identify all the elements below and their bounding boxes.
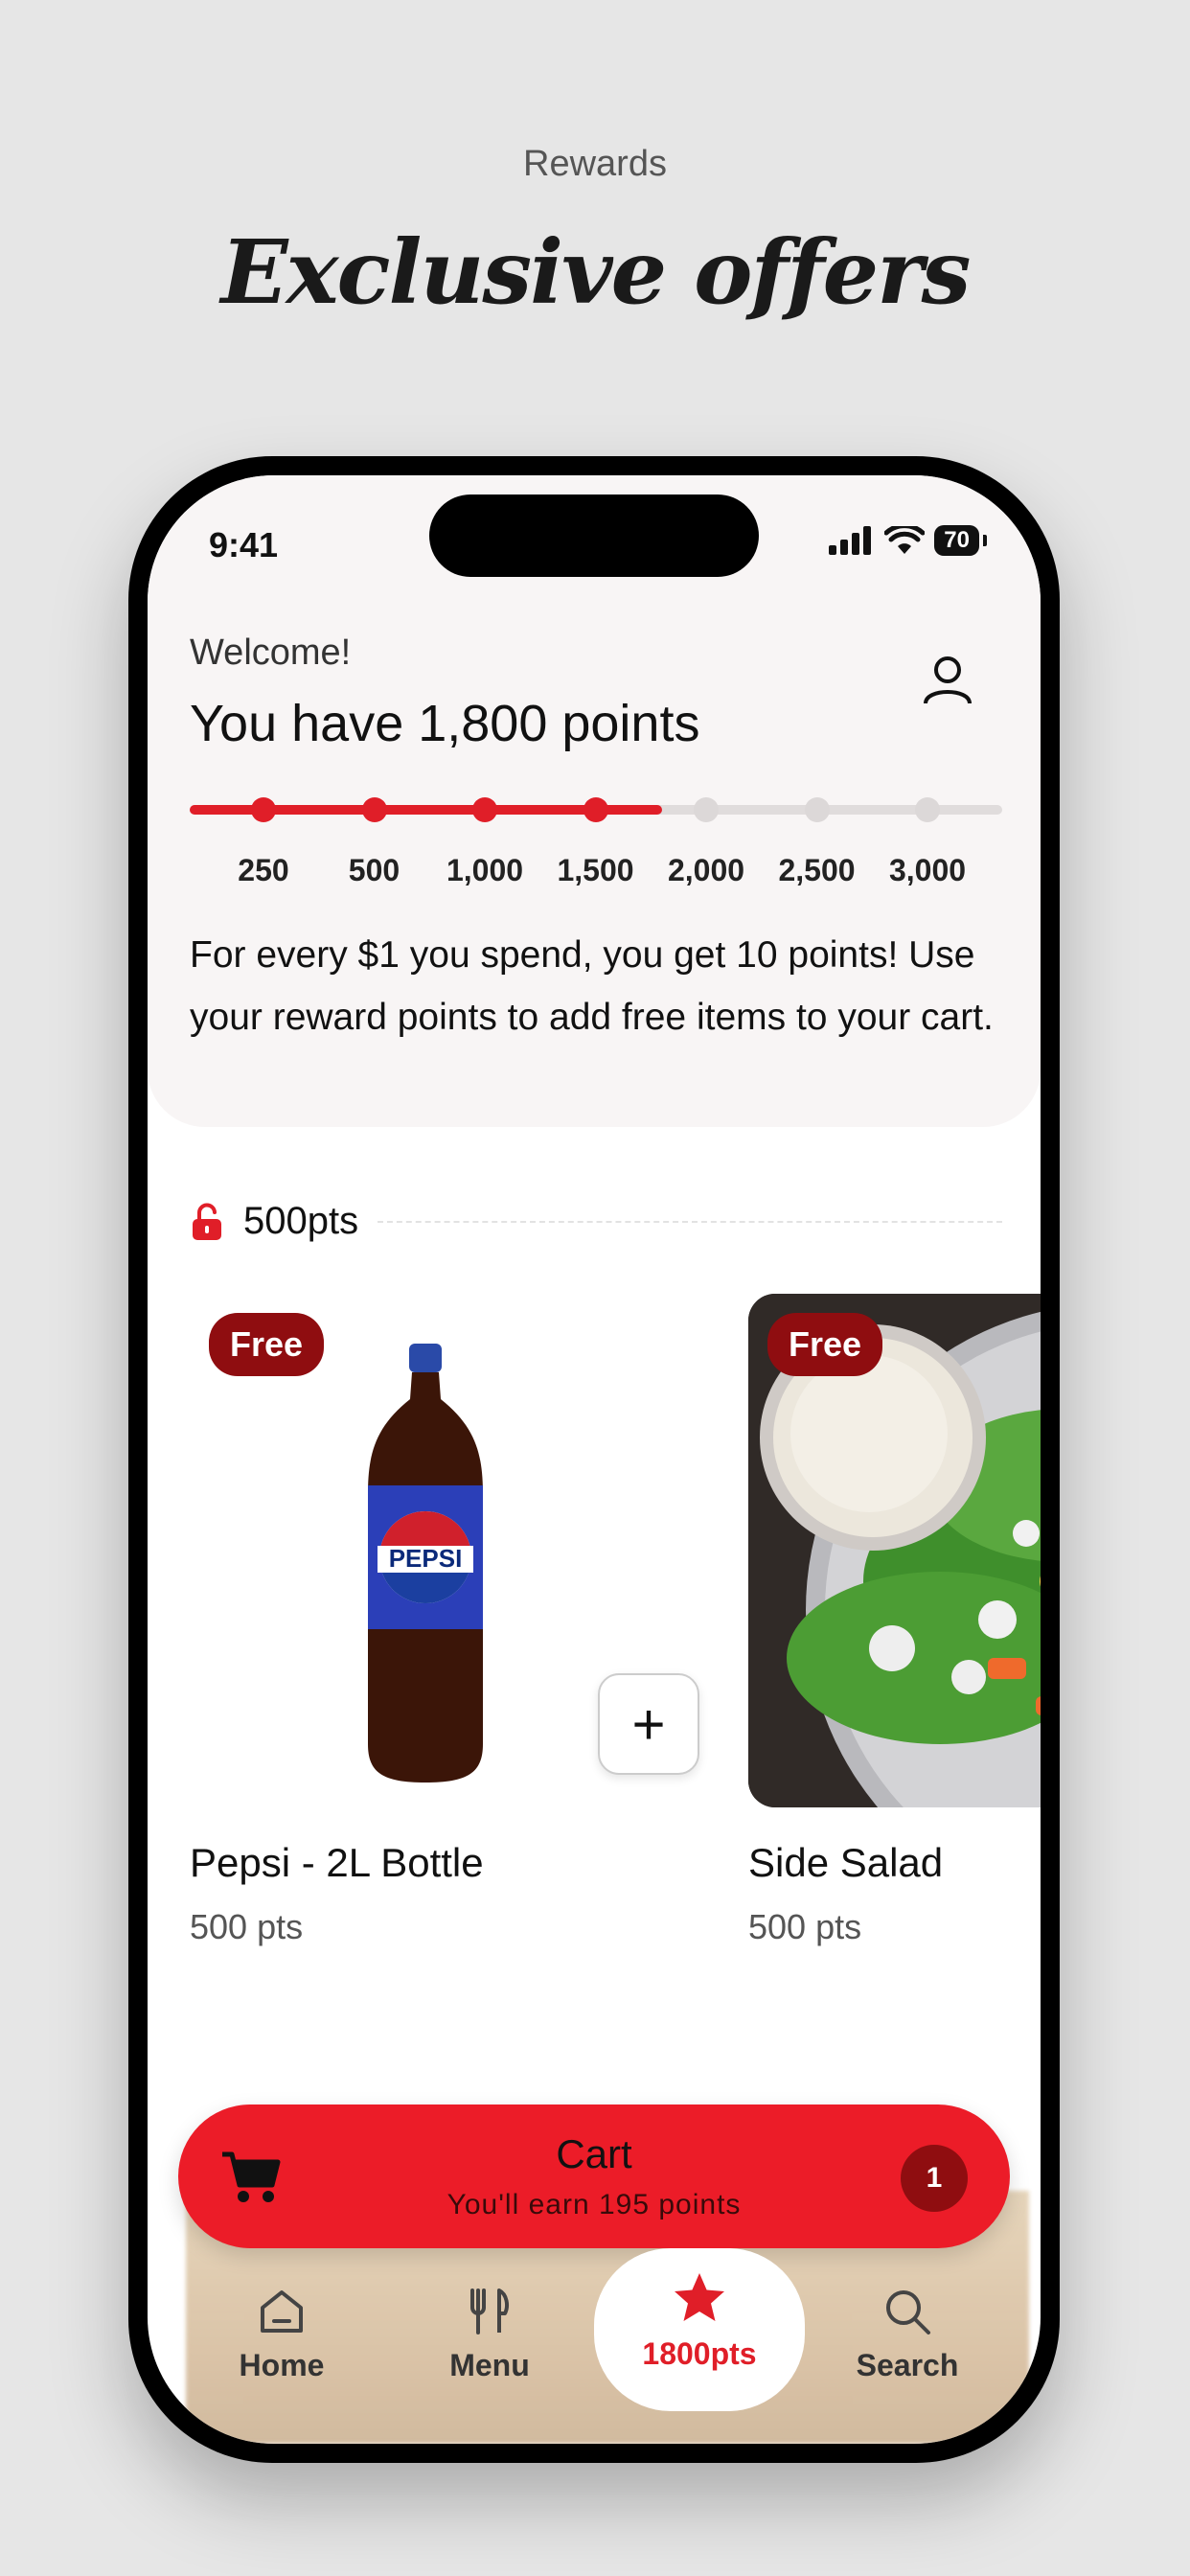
svg-text:PEPSI: PEPSI	[389, 1544, 463, 1573]
marketing-headline: Exclusive offers	[220, 220, 972, 324]
welcome-text: Welcome!	[190, 632, 352, 673]
progress-tick-label: 500	[348, 853, 400, 887]
reward-item-title: Pepsi - 2L Bottle	[190, 1840, 484, 1885]
cart-title: Cart	[556, 2131, 632, 2176]
marketing-kicker: Rewards	[523, 144, 667, 184]
section-divider	[378, 1220, 1002, 1223]
free-badge: Free	[209, 1313, 325, 1376]
progress-tick-label: 3,000	[888, 853, 967, 887]
rewards-description: For every $1 you spend, you get 10 point…	[190, 934, 994, 1038]
progress-dot	[251, 797, 276, 822]
reward-item-card[interactable]: Free Side Salad 500 pts	[748, 1294, 1041, 1947]
progress-dot	[472, 797, 497, 822]
reward-item-title: Side Salad	[748, 1840, 944, 1885]
tab-menu[interactable]: Menu	[394, 2264, 585, 2407]
tab-label: Menu	[449, 2348, 530, 2382]
reward-item-image: Free	[748, 1294, 1041, 1807]
points-title: You have 1,800 points	[190, 695, 700, 752]
status-icons: 70	[829, 525, 987, 556]
utensils-icon	[470, 2288, 509, 2334]
app-screen: Welcome! You have 1,800 points 250 500 1,0…	[148, 475, 1041, 2444]
points-progress-track	[190, 797, 1002, 822]
home-icon	[261, 2290, 303, 2333]
tab-label: 1800pts	[642, 2336, 757, 2371]
profile-icon[interactable]	[920, 652, 975, 707]
tab-bar: Home Menu 1800pts Search	[148, 2248, 1041, 2444]
dynamic-island	[429, 494, 759, 577]
star-icon	[675, 2273, 724, 2321]
free-badge: Free	[767, 1313, 883, 1376]
tab-rewards[interactable]: 1800pts	[594, 2248, 805, 2411]
tab-search[interactable]: Search	[812, 2264, 1003, 2407]
cart-count-badge: 1	[901, 2145, 968, 2212]
tab-label: Search	[856, 2348, 959, 2382]
status-time: 9:41	[209, 525, 279, 564]
tab-home[interactable]: Home	[186, 2264, 378, 2407]
progress-tick-label: 1,500	[557, 853, 634, 887]
progress-dot	[583, 797, 608, 822]
battery-indicator: 70	[934, 525, 987, 556]
cart-button[interactable]: Cart You'll earn 195 points 1	[178, 2104, 1010, 2248]
progress-tick-label: 250	[238, 853, 289, 887]
add-to-cart-button[interactable]: +	[598, 1673, 699, 1775]
reward-item-card[interactable]: PEPSI Free + Pepsi - 2L Bottle 500 pts	[190, 1294, 699, 1947]
cellular-signal-icon	[829, 526, 872, 555]
progress-tick-label: 2,500	[778, 853, 856, 887]
reward-item-points: 500 pts	[190, 1907, 304, 1946]
unlocked-icon	[193, 1203, 221, 1240]
wifi-icon	[884, 526, 926, 554]
reward-item-points: 500 pts	[748, 1907, 862, 1946]
tab-label: Home	[239, 2348, 325, 2382]
section-header-500pts: 500pts	[190, 1200, 1002, 1243]
progress-dot	[804, 797, 830, 822]
search-icon	[886, 2290, 930, 2334]
section-label: 500pts	[243, 1200, 359, 1242]
progress-tick-label: 1,000	[446, 853, 524, 887]
progress-dot	[915, 797, 940, 822]
progress-tick-label: 2,000	[667, 853, 745, 887]
phone-frame: Welcome! You have 1,800 points 250 500 1,0…	[128, 456, 1060, 2463]
progress-dot	[361, 797, 387, 822]
cart-subtitle: You'll earn 195 points	[446, 2189, 742, 2220]
progress-dot	[694, 797, 719, 822]
